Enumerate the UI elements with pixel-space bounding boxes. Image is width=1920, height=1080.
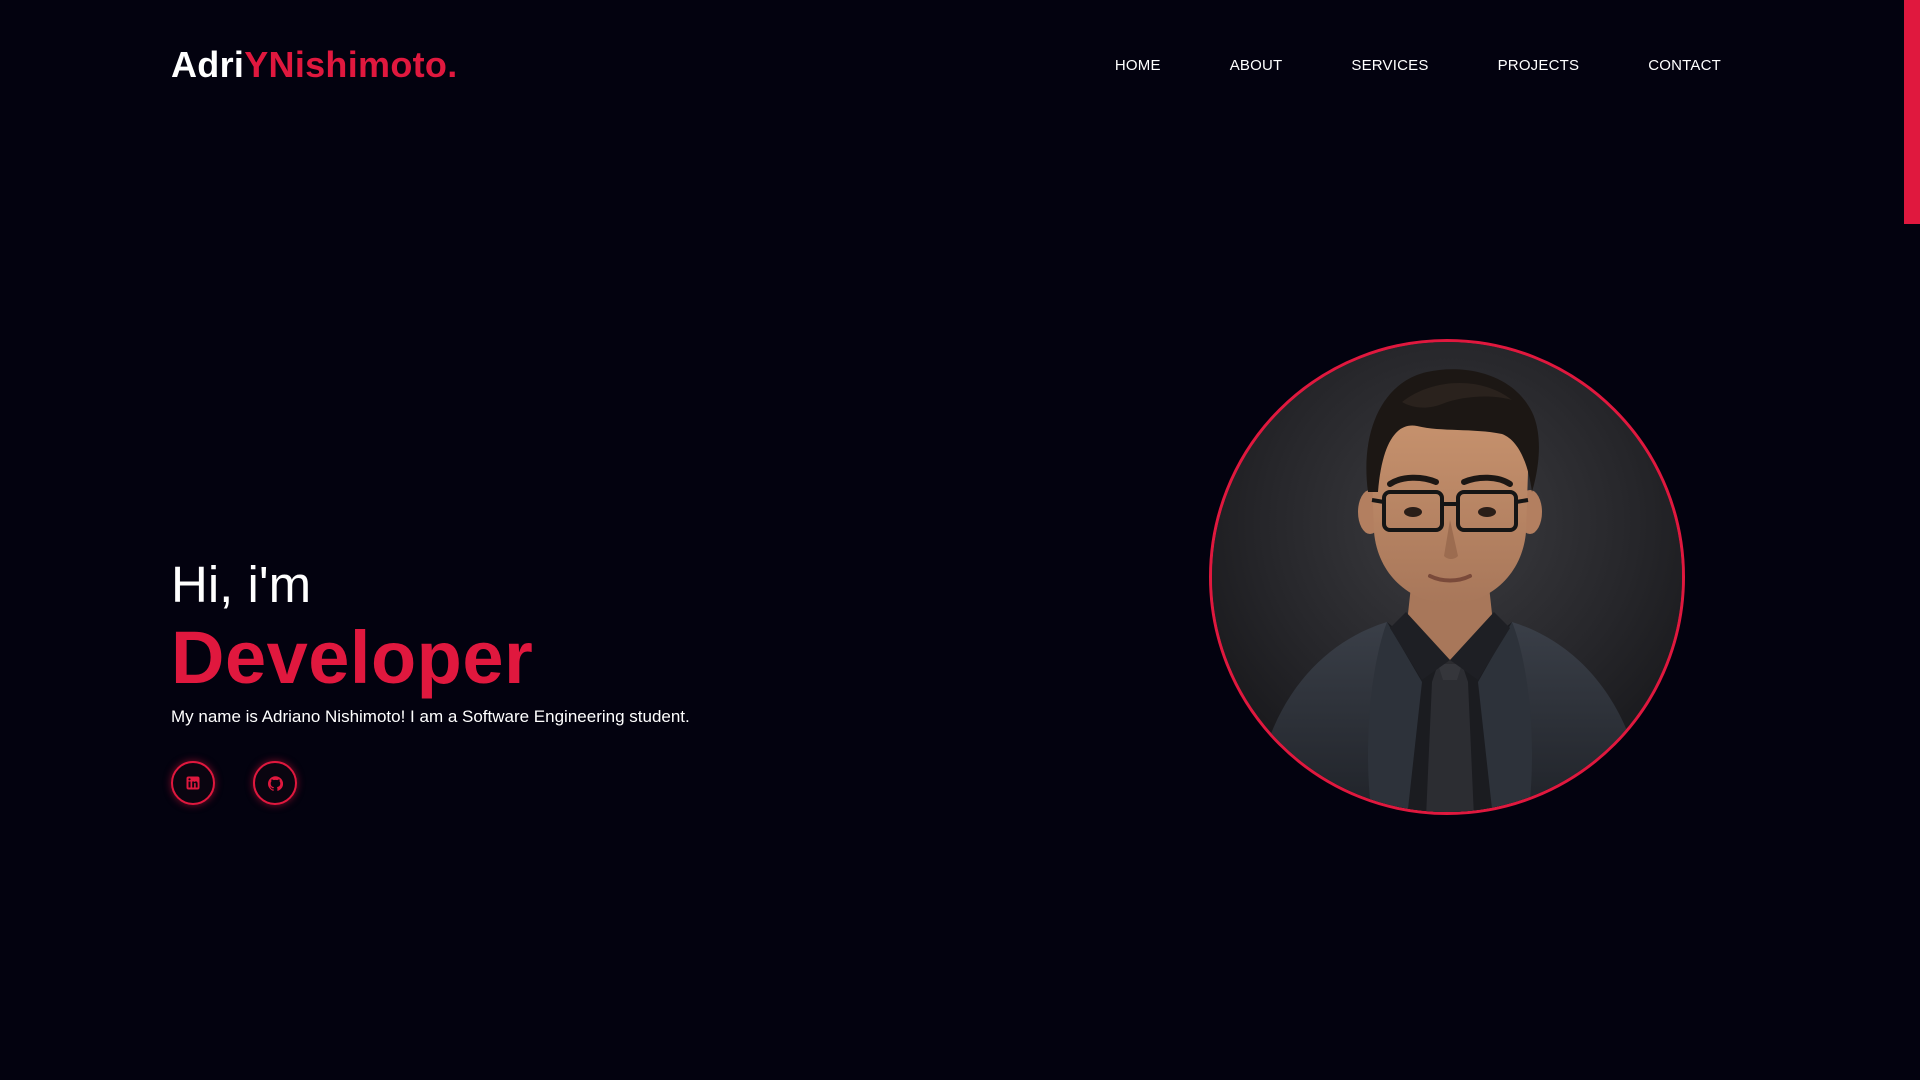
nav-projects[interactable]: PROJECTS [1498,57,1580,74]
nav-about[interactable]: ABOUT [1230,57,1283,74]
page: AdriYNishimoto. HOME ABOUT SERVICES PROJ… [0,0,1920,1080]
hero-role: Developer [171,616,534,699]
nav-contact[interactable]: CONTACT [1648,57,1721,74]
social-links [171,761,971,805]
logo[interactable]: AdriYNishimoto. [171,47,458,83]
header: AdriYNishimoto. HOME ABOUT SERVICES PROJ… [171,40,1721,90]
linkedin-icon [186,776,200,790]
nav-home[interactable]: HOME [1115,57,1161,74]
main-nav: HOME ABOUT SERVICES PROJECTS CONTACT [1115,57,1721,74]
hero-greeting: Hi, i'm [171,556,312,613]
github-button[interactable] [253,761,297,805]
profile-photo-illustration [1212,342,1682,812]
logo-first-name: Adri [171,44,245,85]
logo-last-name: YNishimoto. [244,44,458,85]
hero-intro: My name is Adriano Nishimoto! I am a Sof… [171,707,690,726]
scrollbar-thumb[interactable] [1904,0,1920,224]
scrollbar[interactable] [1904,0,1920,1080]
linkedin-button[interactable] [171,761,215,805]
github-icon [267,775,283,791]
hero-section: Hi, i'm Developer My name is Adriano Nis… [171,555,971,805]
nav-services[interactable]: SERVICES [1351,57,1428,74]
profile-photo [1209,339,1685,815]
